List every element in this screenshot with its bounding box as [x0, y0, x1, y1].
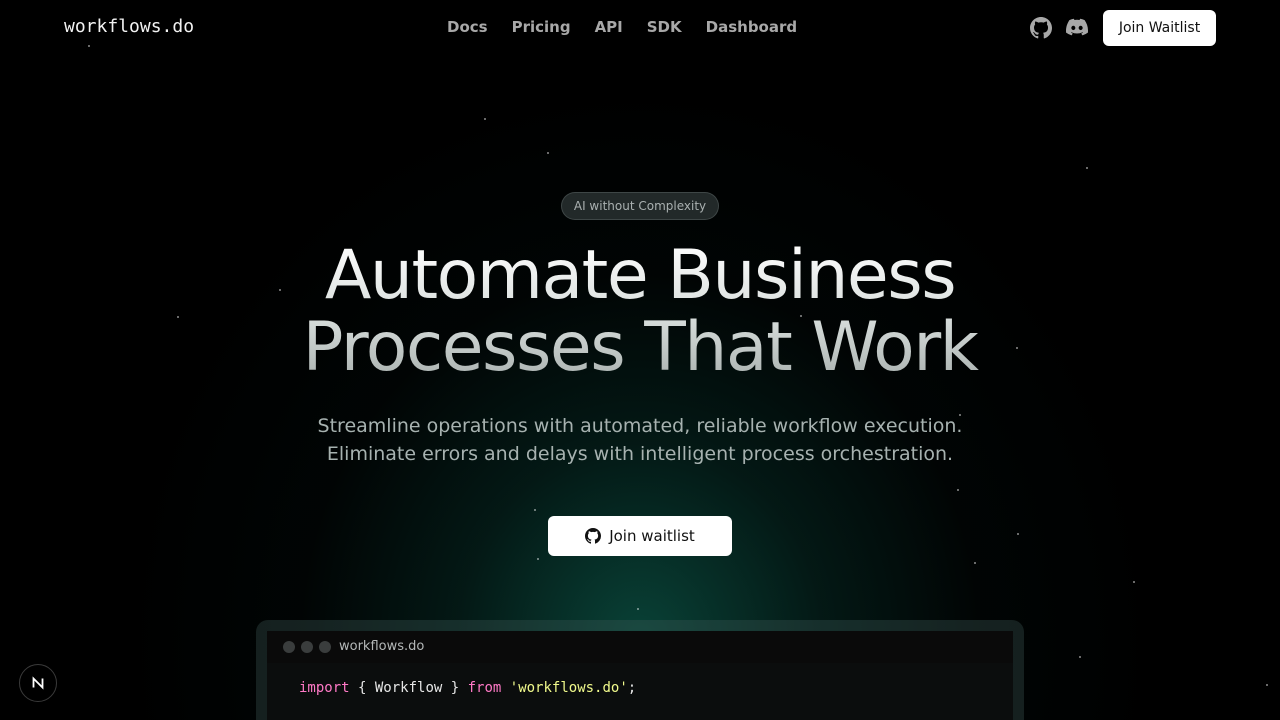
logo-link[interactable]: workflows.do: [64, 16, 194, 37]
nav-docs[interactable]: Docs: [447, 18, 488, 36]
cta-join-waitlist-button[interactable]: Join waitlist: [548, 516, 732, 556]
code-keyword-from: from: [467, 680, 502, 696]
star: [547, 152, 549, 154]
hero-badge: AI without Complexity: [561, 192, 719, 220]
code-string: 'workflows.do': [509, 680, 628, 696]
github-icon[interactable]: [1030, 17, 1052, 39]
site-header: workflows.do Docs Pricing API SDK Dashbo…: [0, 0, 1280, 56]
code-line: import { Workflow } from 'workflows.do';: [299, 680, 636, 696]
window-dot-icon: [301, 641, 313, 653]
star: [637, 608, 639, 610]
nav-sdk[interactable]: SDK: [647, 18, 682, 36]
subtitle-line-1: Streamline operations with automated, re…: [317, 415, 963, 437]
subtitle-line-2: Eliminate errors and delays with intelli…: [326, 443, 954, 465]
star: [974, 562, 976, 564]
main-nav: Docs Pricing API SDK Dashboard: [447, 18, 797, 36]
code-semicolon: ;: [627, 680, 637, 696]
headline-line-2: Processes That Work: [302, 308, 978, 387]
window-dot-icon: [319, 641, 331, 653]
hero-headline: Automate Business Processes That Work: [0, 240, 1280, 384]
cta-label: Join waitlist: [609, 527, 695, 545]
nextjs-dev-badge[interactable]: [19, 664, 57, 702]
star: [1079, 656, 1081, 658]
window-dot-icon: [283, 641, 295, 653]
star: [1266, 684, 1268, 686]
code-brace-close: }: [442, 680, 468, 696]
hero-subtitle: Streamline operations with automated, re…: [0, 412, 1280, 468]
code-identifier: Workflow: [374, 680, 443, 696]
star: [537, 558, 539, 560]
code-titlebar: workflows.do: [267, 631, 1013, 663]
discord-icon[interactable]: [1066, 18, 1089, 38]
code-brace-open: {: [349, 680, 375, 696]
nav-api[interactable]: API: [595, 18, 623, 36]
star: [1017, 533, 1019, 535]
star: [1133, 581, 1135, 583]
star: [1086, 167, 1088, 169]
page: workflows.do Docs Pricing API SDK Dashbo…: [0, 0, 1280, 720]
join-waitlist-button[interactable]: Join Waitlist: [1103, 10, 1216, 46]
github-icon: [585, 528, 602, 544]
headline-line-1: Automate Business: [324, 236, 956, 315]
code-keyword-import: import: [299, 680, 350, 696]
nextjs-icon: [32, 676, 44, 690]
star: [484, 118, 486, 120]
star: [534, 509, 536, 511]
code-window: workflows.do import { Workflow } from 'w…: [267, 631, 1013, 720]
code-window-title: workflows.do: [339, 639, 425, 654]
nav-dashboard[interactable]: Dashboard: [706, 18, 797, 36]
star: [957, 489, 959, 491]
nav-pricing[interactable]: Pricing: [512, 18, 571, 36]
